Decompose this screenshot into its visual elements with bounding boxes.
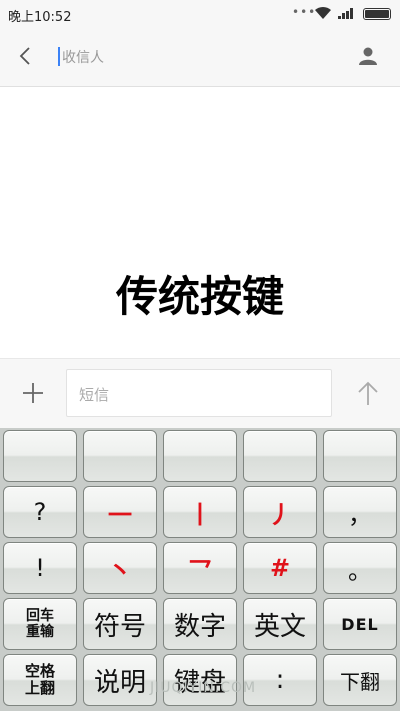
key-wildcard-hash[interactable]: # xyxy=(243,542,317,594)
back-arrow-icon[interactable] xyxy=(14,44,38,68)
key-comma[interactable]: ， xyxy=(323,486,397,538)
key-digits[interactable]: 数字 xyxy=(163,598,237,650)
notification-dots: ••• xyxy=(292,5,317,19)
overlay-title: 传统按键 xyxy=(115,272,284,321)
key-pageup-label: 上翻 xyxy=(24,679,55,697)
key-stroke-turning[interactable]: 乛 xyxy=(163,542,237,594)
key-space-label: 空格 xyxy=(24,662,55,680)
key-period[interactable]: 。 xyxy=(323,542,397,594)
key-help[interactable]: 说明 xyxy=(83,654,157,706)
plus-icon[interactable] xyxy=(20,380,46,406)
key-stroke-horizontal[interactable]: 一 xyxy=(83,486,157,538)
key-symbols[interactable]: 符号 xyxy=(83,598,157,650)
compose-header: 收信人 xyxy=(0,28,400,87)
recipient-input[interactable]: 收信人 xyxy=(62,47,104,67)
key-candidate-4[interactable] xyxy=(243,430,317,482)
key-reset-label: 重输 xyxy=(26,624,54,640)
key-space-pageup[interactable]: 空格 上翻 xyxy=(3,654,77,706)
compose-bar: 短信 xyxy=(0,358,400,429)
sms-input[interactable]: 短信 xyxy=(66,369,332,417)
status-time: 晚上10:52 xyxy=(8,10,72,25)
watermark: JIUQIYIN.COM xyxy=(150,680,257,696)
signal-icon xyxy=(338,8,353,19)
key-candidate-5[interactable] xyxy=(323,430,397,482)
sms-placeholder: 短信 xyxy=(79,386,110,404)
contact-person-icon[interactable] xyxy=(356,44,380,68)
key-enter-reset[interactable]: 回车 重输 xyxy=(3,598,77,650)
key-delete[interactable]: DEL xyxy=(323,598,397,650)
send-arrow-icon[interactable] xyxy=(355,379,381,407)
battery-icon xyxy=(363,8,391,20)
key-question[interactable]: ? xyxy=(3,486,77,538)
key-english[interactable]: 英文 xyxy=(243,598,317,650)
key-candidate-3[interactable] xyxy=(163,430,237,482)
key-enter-label: 回车 xyxy=(26,608,54,624)
key-stroke-vertical[interactable]: 丨 xyxy=(163,486,237,538)
key-candidate-2[interactable] xyxy=(83,430,157,482)
key-candidate-1[interactable] xyxy=(3,430,77,482)
wifi-icon xyxy=(315,6,331,19)
key-page-down[interactable]: 下翻 xyxy=(323,654,397,706)
key-stroke-left-falling[interactable]: 丿 xyxy=(243,486,317,538)
keyboard: ? 一 丨 丿 ， ! 丶 乛 # 。 回车 重输 符号 数字 英文 DEL 空… xyxy=(0,428,400,711)
status-bar: 晚上10:52 ••• xyxy=(0,0,400,28)
key-exclamation[interactable]: ! xyxy=(3,542,77,594)
key-stroke-dot[interactable]: 丶 xyxy=(83,542,157,594)
text-cursor xyxy=(58,47,60,66)
